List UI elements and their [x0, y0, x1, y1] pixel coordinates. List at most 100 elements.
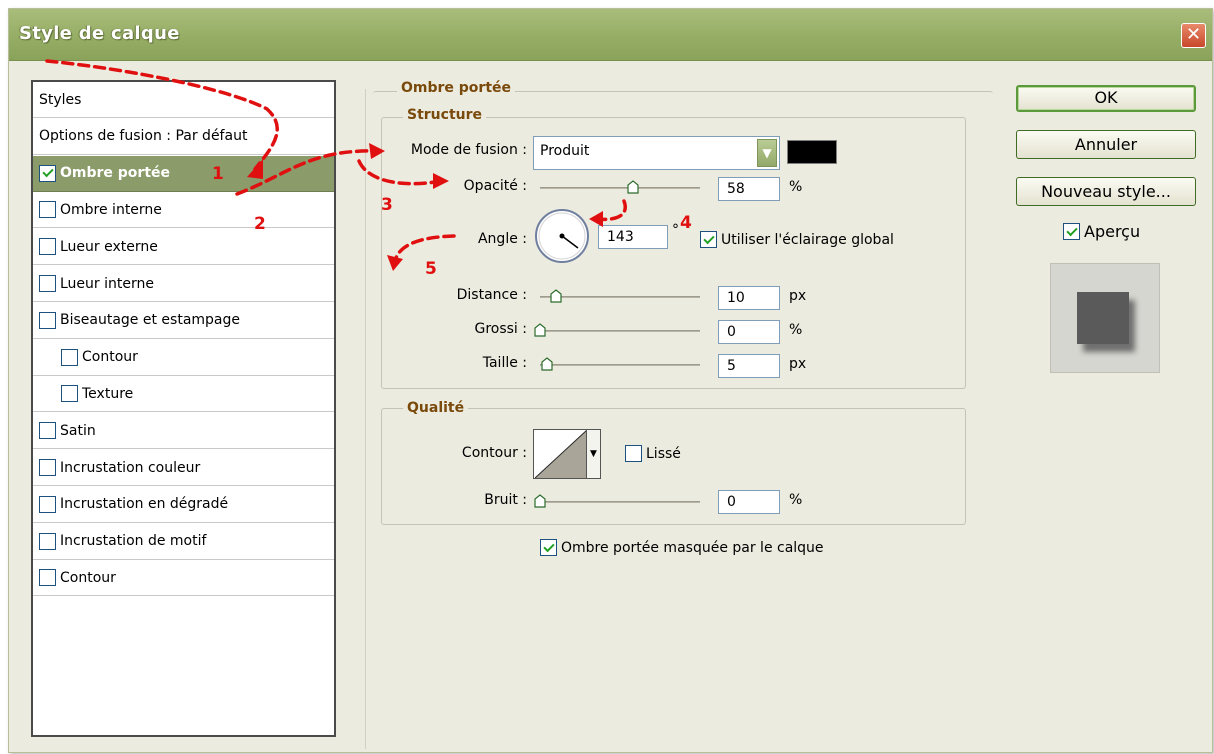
dialog-title: Style de calque: [19, 23, 180, 44]
noise-label: Bruit :: [484, 492, 527, 508]
style-item-checkbox[interactable]: [39, 532, 56, 550]
style-item[interactable]: Contour: [33, 560, 334, 597]
preview-check[interactable]: [1063, 223, 1080, 240]
style-item-label: Texture: [82, 385, 134, 402]
style-item-checkbox[interactable]: [39, 238, 56, 256]
style-item[interactable]: Ombre interne: [33, 192, 334, 229]
spread-slider[interactable]: [540, 330, 700, 332]
angle-dial[interactable]: [533, 207, 591, 265]
style-item-checkbox[interactable]: [39, 495, 56, 513]
style-item[interactable]: Texture: [33, 376, 334, 413]
noise-input[interactable]: 0: [718, 490, 780, 514]
quality-section-title: Qualité: [403, 400, 469, 416]
distance-slider-thumb[interactable]: [550, 289, 562, 303]
annotation-1: 1: [212, 164, 224, 184]
size-unit: px: [789, 356, 807, 372]
knockout-checkbox[interactable]: Ombre portée masquée par le calque: [540, 539, 824, 556]
new-style-button[interactable]: Nouveau style...: [1016, 177, 1196, 206]
blend-mode-select[interactable]: Produit ▼: [533, 136, 780, 170]
size-label: Taille :: [482, 355, 527, 371]
cancel-button[interactable]: Annuler: [1016, 130, 1196, 159]
angle-input[interactable]: 143: [598, 225, 668, 249]
antialias-checkbox[interactable]: Lissé: [625, 445, 681, 462]
style-item-label: Satin: [60, 422, 96, 439]
knockout-label: Ombre portée masquée par le calque: [561, 539, 824, 556]
knockout-check[interactable]: [540, 539, 557, 556]
annotation-5: 5: [425, 259, 437, 279]
drop-shadow-section-title: Ombre portée: [397, 80, 516, 96]
spread-input[interactable]: 0: [718, 320, 780, 344]
style-item-checkbox[interactable]: [39, 569, 56, 587]
shadow-color-swatch[interactable]: [787, 140, 837, 164]
size-input[interactable]: 5: [718, 354, 780, 378]
angle-unit: °: [672, 222, 679, 238]
style-item-label: Ombre portée: [60, 165, 171, 182]
opacity-slider-thumb[interactable]: [627, 180, 639, 194]
distance-slider[interactable]: [540, 296, 700, 298]
blend-mode-label: Mode de fusion :: [410, 142, 527, 158]
spread-unit: %: [789, 322, 803, 338]
style-item[interactable]: Lueur interne: [33, 266, 334, 302]
noise-slider[interactable]: [540, 501, 700, 503]
style-item[interactable]: Incrustation couleur: [33, 450, 334, 486]
ok-button[interactable]: OK: [1016, 85, 1196, 112]
style-item[interactable]: Satin: [33, 413, 334, 450]
style-item-label: Styles: [39, 91, 82, 108]
style-item-label: Incrustation de motif: [60, 533, 207, 550]
preview-checkbox[interactable]: Aperçu: [1063, 222, 1140, 241]
style-preview: [1050, 263, 1160, 373]
style-item-label: Incrustation couleur: [60, 459, 201, 476]
style-item-label: Contour: [60, 569, 116, 586]
style-item-checkbox[interactable]: [39, 201, 56, 219]
global-light-checkbox[interactable]: Utiliser l'éclairage global: [700, 231, 894, 248]
opacity-label: Opacité :: [463, 178, 527, 194]
structure-section-title: Structure: [403, 107, 487, 123]
contour-dropdown-icon[interactable]: ▼: [586, 430, 600, 478]
preview-label: Aperçu: [1084, 222, 1141, 241]
title-bar[interactable]: Style de calque ✕: [9, 9, 1212, 61]
style-item-checkbox[interactable]: [39, 311, 56, 329]
contour-picker[interactable]: ▼: [533, 429, 601, 479]
spread-slider-thumb[interactable]: [534, 323, 546, 337]
annotation-2: 2: [254, 214, 266, 234]
preview-swatch: [1077, 292, 1129, 344]
annotation-4: 4: [680, 213, 692, 233]
distance-unit: px: [789, 288, 807, 304]
style-item-label: Biseautage et estampage: [60, 312, 241, 329]
style-item-label: Lueur interne: [60, 275, 154, 292]
style-item[interactable]: Lueur externe: [33, 229, 334, 266]
style-item[interactable]: Contour: [33, 340, 334, 376]
style-item[interactable]: Ombre portée: [33, 155, 334, 192]
noise-slider-thumb[interactable]: [534, 494, 546, 508]
antialias-label: Lissé: [646, 445, 681, 462]
style-item-checkbox[interactable]: [61, 385, 78, 403]
chevron-down-icon[interactable]: ▼: [757, 139, 777, 167]
opacity-slider[interactable]: [540, 187, 700, 189]
style-item-checkbox[interactable]: [39, 422, 56, 440]
style-item-label: Contour: [82, 349, 138, 366]
styles-header[interactable]: Styles: [33, 82, 334, 118]
style-item-checkbox[interactable]: [61, 348, 78, 366]
close-button[interactable]: ✕: [1181, 23, 1206, 48]
style-item[interactable]: Incrustation de motif: [33, 524, 334, 560]
style-item-label: Incrustation en dégradé: [60, 496, 229, 513]
size-slider-thumb[interactable]: [541, 357, 553, 371]
style-item-checkbox[interactable]: [39, 164, 56, 182]
noise-unit: %: [789, 492, 803, 508]
style-item-checkbox[interactable]: [39, 459, 56, 476]
size-slider[interactable]: [540, 364, 700, 366]
style-item[interactable]: Biseautage et estampage: [33, 303, 334, 339]
antialias-check[interactable]: [625, 445, 642, 462]
style-item[interactable]: Incrustation en dégradé: [33, 487, 334, 523]
contour-label: Contour :: [461, 445, 527, 461]
distance-input[interactable]: 10: [718, 286, 780, 310]
layer-style-dialog: Style de calque ✕ Styles Options de fusio…: [8, 8, 1213, 753]
styles-list: Styles Options de fusion : Par défaut Ombr…: [31, 80, 336, 737]
style-item-label: Options de fusion : Par défaut: [39, 128, 248, 145]
style-item-checkbox[interactable]: [39, 275, 56, 292]
contour-curve-icon: [535, 430, 587, 478]
global-light-check[interactable]: [700, 231, 717, 248]
style-item[interactable]: Options de fusion : Par défaut: [33, 119, 334, 155]
style-item-label: Ombre interne: [60, 201, 162, 218]
opacity-input[interactable]: 58: [718, 177, 780, 201]
